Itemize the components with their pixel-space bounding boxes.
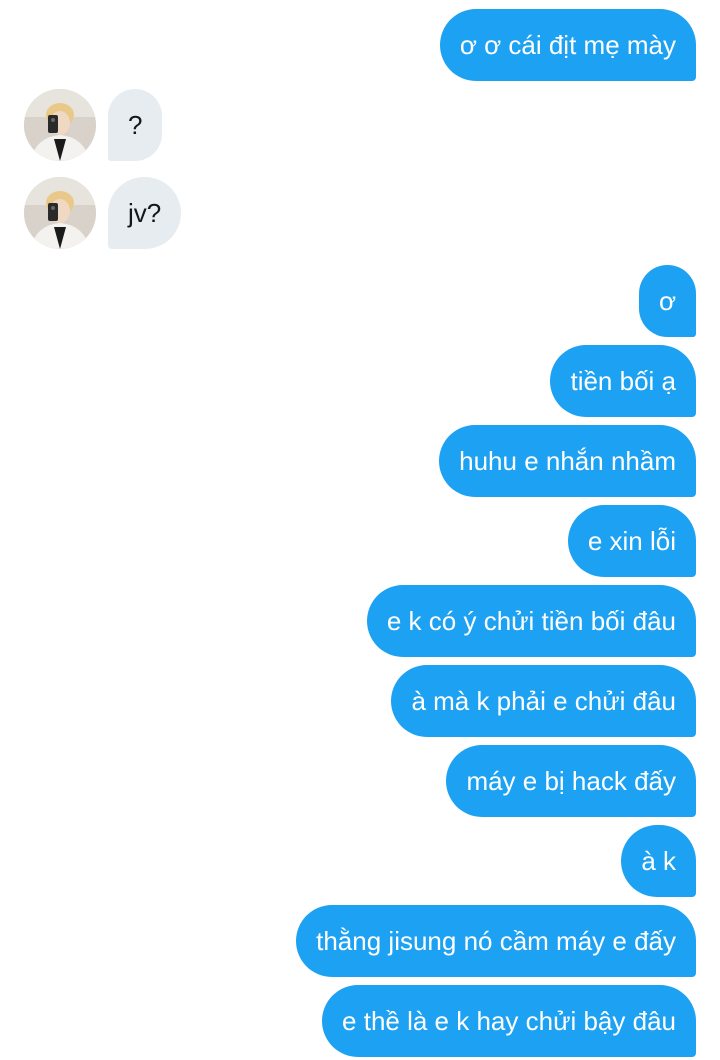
message-row: à mà k phải e chửi đâu bbox=[0, 665, 720, 737]
message-row: máy e bị hack đấy bbox=[0, 745, 720, 817]
message-row: huhu e nhắn nhầm bbox=[0, 425, 720, 497]
sent-message-bubble[interactable]: ơ ơ cái địt mẹ mày bbox=[439, 9, 696, 81]
sent-message-bubble[interactable]: tiền bối ạ bbox=[550, 345, 696, 417]
sent-message-bubble[interactable]: ơ bbox=[638, 265, 696, 337]
conversation: ơ ơ cái địt mẹ mày ? jv? ơ tiền bối ạ hu… bbox=[0, 0, 720, 1060]
profile-photo-icon bbox=[24, 177, 96, 249]
sent-message-bubble[interactable]: huhu e nhắn nhầm bbox=[439, 425, 696, 497]
profile-photo-icon bbox=[24, 89, 96, 161]
message-row: tiền bối ạ bbox=[0, 345, 720, 417]
sent-message-bubble[interactable]: e k có ý chửi tiền bối đâu bbox=[366, 585, 696, 657]
avatar[interactable] bbox=[24, 89, 96, 161]
message-row: ơ bbox=[0, 265, 720, 337]
message-row: e k có ý chửi tiền bối đâu bbox=[0, 585, 720, 657]
sent-message-bubble[interactable]: e xin lỗi bbox=[567, 505, 696, 577]
message-row: e thề là e k hay chửi bậy đâu bbox=[0, 985, 720, 1057]
sent-message-bubble[interactable]: e thề là e k hay chửi bậy đâu bbox=[322, 985, 696, 1057]
received-message-bubble[interactable]: ? bbox=[108, 89, 163, 161]
sent-message-bubble[interactable]: à mà k phải e chửi đâu bbox=[391, 665, 696, 737]
received-message-bubble[interactable]: jv? bbox=[108, 177, 182, 249]
avatar[interactable] bbox=[24, 177, 96, 249]
sent-message-bubble[interactable]: à k bbox=[621, 825, 696, 897]
message-row: à k bbox=[0, 825, 720, 897]
sent-message-bubble[interactable]: máy e bị hack đấy bbox=[446, 745, 696, 817]
message-row: jv? bbox=[0, 177, 720, 249]
message-row: thằng jisung nó cầm máy e đấy bbox=[0, 905, 720, 977]
sent-message-bubble[interactable]: thằng jisung nó cầm máy e đấy bbox=[296, 905, 696, 977]
message-row: ? bbox=[0, 89, 720, 161]
message-row: ơ ơ cái địt mẹ mày bbox=[0, 9, 720, 81]
message-row: e xin lỗi bbox=[0, 505, 720, 577]
